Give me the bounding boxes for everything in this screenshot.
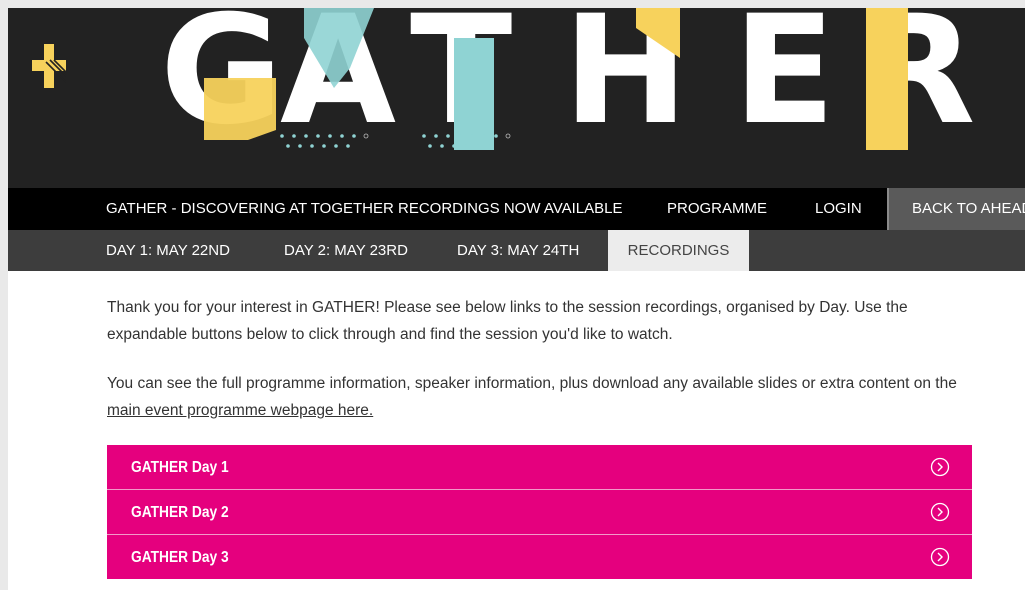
logo-letter-e: E [733, 8, 836, 158]
intro-text: Thank you for your interest in GATHER! P… [107, 299, 908, 343]
logo-r-accent [866, 8, 908, 150]
primary-nav: GATHER - DISCOVERING AT TOGETHER RECORDI… [8, 188, 1025, 230]
accordion-day-2[interactable]: GATHER Day 2 [107, 490, 972, 534]
chevron-right-circle-icon [930, 547, 950, 567]
logo-g-accent [204, 78, 276, 140]
nav-item-programme[interactable]: PROGRAMME [667, 188, 767, 230]
back-to-ahead-button[interactable]: BACK TO AHEAD [887, 188, 1025, 230]
secondary-nav: DAY 1: MAY 22ND DAY 2: MAY 23RD DAY 3: M… [8, 230, 1025, 271]
logo-a-accent [304, 8, 374, 88]
plus-logo-icon [32, 44, 66, 88]
nav-item-login[interactable]: LOGIN [815, 188, 862, 230]
tab-recordings[interactable]: RECORDINGS [608, 230, 749, 271]
logo-h-accent [636, 8, 680, 58]
tab-day-1[interactable]: DAY 1: MAY 22ND [106, 230, 230, 271]
programme-webpage-link[interactable]: main event programme webpage here. [107, 402, 373, 419]
tab-day-2[interactable]: DAY 2: MAY 23RD [284, 230, 408, 271]
dot-pattern-icon [422, 133, 511, 148]
accordion-day-1[interactable]: GATHER Day 1 [107, 445, 972, 489]
tab-day-3[interactable]: DAY 3: MAY 24TH [457, 230, 579, 271]
programme-text-body: You can see the full programme informati… [107, 375, 957, 392]
nav-item-gather-recordings[interactable]: GATHER - DISCOVERING AT TOGETHER RECORDI… [106, 188, 622, 230]
programme-text: You can see the full programme informati… [107, 370, 987, 424]
chevron-right-circle-icon [930, 457, 950, 477]
chevron-right-circle-icon [930, 502, 950, 522]
hero-banner: G A T H E R [8, 8, 1025, 188]
accordion-label: GATHER Day 2 [131, 504, 229, 521]
accordion-day-3[interactable]: GATHER Day 3 [107, 535, 972, 579]
dot-pattern-icon [280, 133, 369, 148]
accordion-label: GATHER Day 3 [131, 549, 229, 566]
page: G A T H E R [8, 8, 1025, 590]
accordion-label: GATHER Day 1 [131, 459, 229, 476]
